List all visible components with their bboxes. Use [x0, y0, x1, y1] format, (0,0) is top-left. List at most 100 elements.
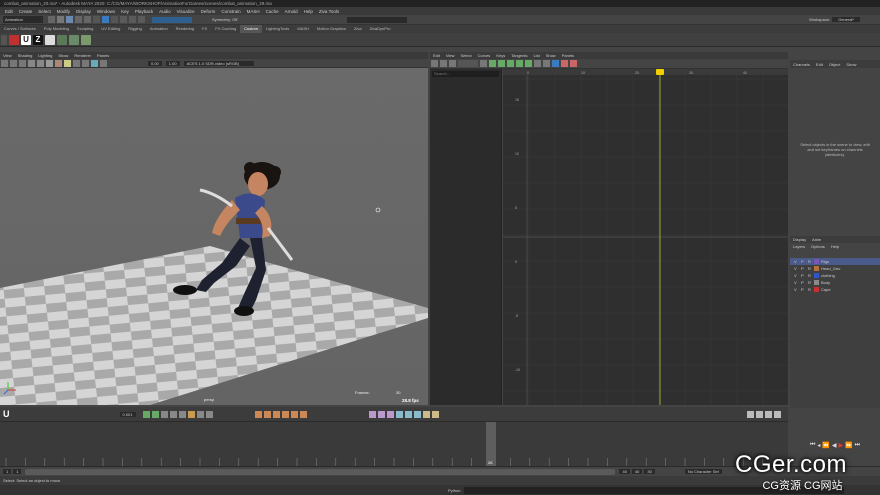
shadows-icon[interactable]	[73, 59, 80, 67]
shelf-tab-curves-surfaces[interactable]: Curves / Surfaces	[0, 25, 40, 33]
shelf-tab-motion-graphics[interactable]: Motion Graphics	[313, 25, 350, 33]
lattice-deform-icon[interactable]	[449, 60, 456, 67]
next-key-icon[interactable]: ⏩	[845, 442, 852, 449]
graph-menu-panels[interactable]: Panels	[559, 52, 577, 59]
select-by-object-icon[interactable]	[102, 16, 109, 23]
viewport-menu-lighting[interactable]: Lighting	[35, 52, 55, 59]
tween-machine-icon[interactable]	[81, 34, 91, 45]
graph-editor-shelf-icon[interactable]	[57, 34, 67, 45]
key-icon-3[interactable]	[160, 410, 168, 418]
ease-inout-icon[interactable]	[272, 410, 280, 418]
key-icon-8[interactable]	[205, 410, 213, 418]
linear-tangent-icon[interactable]	[507, 60, 514, 67]
layer-reference-toggle[interactable]: R	[808, 279, 811, 286]
layer-playback-toggle[interactable]: P	[801, 272, 804, 279]
layer-color-swatch[interactable]	[814, 273, 819, 278]
shelf-settings-icon[interactable]	[1, 34, 7, 45]
layer-color-swatch[interactable]	[814, 287, 819, 292]
layer-visibility-toggle[interactable]: V	[794, 279, 797, 286]
viewport-menu-panels[interactable]: Panels	[94, 52, 112, 59]
graph-menu-tangents[interactable]: Tangents	[508, 52, 530, 59]
bookmark-icon[interactable]	[10, 59, 17, 67]
play-backward-icon[interactable]: ◀	[832, 442, 837, 449]
shelf-tab-rigging[interactable]: Rigging	[124, 25, 146, 33]
go-to-start-icon[interactable]: ⏮	[810, 442, 815, 449]
layer-menu-layers[interactable]: Layers	[790, 243, 808, 250]
menu-ziva-tools[interactable]: Ziva Tools	[316, 9, 342, 14]
shelf-tab-ziva[interactable]: Ziva	[350, 25, 366, 33]
trax-icon[interactable]	[570, 60, 577, 67]
frame-all-icon[interactable]	[480, 60, 487, 67]
shelf-tab-mash[interactable]: MASH	[293, 25, 313, 33]
layer-playback-toggle[interactable]: P	[801, 258, 804, 265]
undo-shelf-icon[interactable]: U	[21, 34, 31, 45]
layer-reference-toggle[interactable]: R	[808, 258, 811, 265]
graph-menu-select[interactable]: Select	[458, 52, 475, 59]
settings-icon[interactable]	[747, 410, 754, 418]
graph-menu-keys[interactable]: Keys	[493, 52, 508, 59]
isolate-select-icon[interactable]	[100, 59, 107, 67]
xray-icon[interactable]	[91, 59, 98, 67]
prev-key-icon[interactable]: ⏪	[822, 442, 829, 449]
viewport-menu-show[interactable]: Show	[55, 52, 71, 59]
viewport-menu-view[interactable]: View	[0, 52, 15, 59]
menu-playback[interactable]: Playback	[132, 9, 156, 14]
perspective-viewport[interactable]: persp Frames: 30 28.8 fps	[0, 68, 428, 405]
range-start-field[interactable]: 1	[13, 469, 22, 474]
time-slider[interactable]: 26	[0, 421, 788, 467]
layer-visibility-toggle[interactable]: V	[794, 265, 797, 272]
layer-reference-toggle[interactable]: R	[808, 286, 811, 293]
ease-out-icon[interactable]	[263, 410, 271, 418]
symmetry-toggle[interactable]: Symmetry: Off	[212, 17, 237, 22]
range-end-field[interactable]: 40	[619, 469, 630, 474]
menu-key[interactable]: Key	[118, 9, 132, 14]
menu-windows[interactable]: Windows	[94, 9, 118, 14]
bookmark-shelf-icon[interactable]	[765, 410, 772, 418]
menu-deform[interactable]: Deform	[198, 9, 219, 14]
zero-out-icon[interactable]: Z	[33, 34, 43, 45]
key-icon-6[interactable]	[187, 410, 195, 418]
layer-playback-toggle[interactable]: P	[801, 279, 804, 286]
layer-row[interactable]: V P R Cape	[790, 286, 880, 293]
shelf-tab-poly-modeling[interactable]: Poly Modeling	[40, 25, 73, 33]
shelf-tab-animation[interactable]: Animation	[146, 25, 172, 33]
layer-visibility-toggle[interactable]: V	[794, 272, 797, 279]
menu-select[interactable]: Select	[35, 9, 54, 14]
layer-visibility-toggle[interactable]: V	[794, 258, 797, 265]
save-scene-icon[interactable]	[66, 16, 73, 23]
frame-field[interactable]: 0.001	[119, 411, 136, 417]
channel-menu-channels[interactable]: Channels	[790, 61, 813, 68]
gamma-field[interactable]: 1.00	[165, 60, 180, 66]
layer-playback-toggle[interactable]: P	[801, 265, 804, 272]
key-icon-2[interactable]	[151, 410, 159, 418]
shelf-tab-custom[interactable]: Custom	[240, 25, 262, 33]
graph-menu-edit[interactable]: Edit	[430, 52, 443, 59]
ease-back-icon[interactable]	[290, 410, 298, 418]
layer-row[interactable]: V P R Head_Geo	[790, 265, 880, 272]
stepped-tangent-icon[interactable]	[525, 60, 532, 67]
layer-color-swatch[interactable]	[814, 266, 819, 271]
channel-menu-object[interactable]: Object	[826, 61, 844, 68]
image-plane-icon[interactable]	[19, 59, 26, 67]
layer-tab-display[interactable]: Display	[790, 236, 809, 243]
smooth-shade-icon[interactable]	[46, 59, 53, 67]
move-key-icon[interactable]	[431, 60, 438, 67]
colorspace-dropdown[interactable]: ACES 1.0 SDR-video (sRGB)	[183, 60, 254, 66]
menu-display[interactable]: Display	[73, 9, 94, 14]
snap-grid-icon[interactable]	[120, 16, 127, 23]
ease-bounce-icon[interactable]	[299, 410, 307, 418]
menu-audio[interactable]: Audio	[156, 9, 174, 14]
layer-playback-toggle[interactable]: P	[801, 286, 804, 293]
insert-key-icon[interactable]	[440, 60, 447, 67]
layer-row[interactable]: V P R Body	[790, 279, 880, 286]
menu-visualize[interactable]: Visualize	[174, 9, 198, 14]
go-to-end-icon[interactable]: ⏭	[855, 442, 860, 449]
fps-field[interactable]: 30	[644, 469, 655, 474]
spline-tangent-icon[interactable]	[498, 60, 505, 67]
menu-edit[interactable]: Edit	[2, 9, 16, 14]
ease-in-icon[interactable]	[254, 410, 262, 418]
layer-visibility-toggle[interactable]: V	[794, 286, 797, 293]
outliner-search-field[interactable]: Search...	[432, 71, 499, 77]
character-set-dropdown[interactable]: No Character Set	[684, 469, 722, 474]
layer-reference-toggle[interactable]: R	[808, 265, 811, 272]
